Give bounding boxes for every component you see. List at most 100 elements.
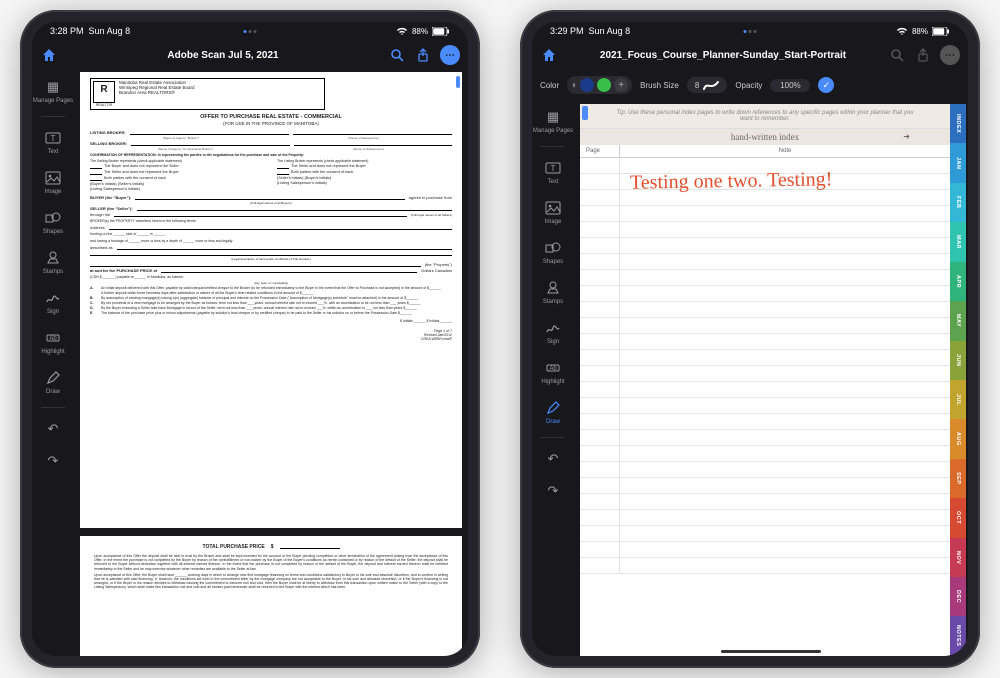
battery-icon — [932, 27, 950, 36]
image-tool[interactable]: Image — [532, 197, 574, 227]
tab-dec[interactable]: DEC — [950, 577, 966, 616]
confirm-check-icon[interactable]: ✓ — [818, 77, 834, 93]
undo-button[interactable]: ↶ — [532, 448, 574, 470]
pages-icon: ▦ — [44, 78, 62, 96]
stamps-tool[interactable]: Stamps — [532, 277, 574, 307]
shapes-icon — [544, 239, 562, 257]
sign-icon — [544, 319, 562, 337]
share-icon[interactable] — [414, 46, 432, 64]
stamp-icon — [44, 249, 62, 267]
share-icon[interactable] — [914, 46, 932, 64]
tab-mar[interactable]: MAR — [950, 222, 966, 261]
wifi-icon — [896, 27, 908, 36]
document-title: Adobe Scan Jul 5, 2021 — [66, 50, 380, 61]
text-tool[interactable]: TText — [32, 127, 74, 157]
top-toolbar: 2021_Focus_Course_Planner-Sunday_Start-P… — [532, 40, 968, 70]
document-page-2: TOTAL PURCHASE PRICE$ Upon acceptance of… — [80, 536, 462, 656]
sign-icon — [44, 289, 62, 307]
brush-size-label: Brush Size — [640, 81, 679, 90]
image-icon — [544, 199, 562, 217]
sign-tool[interactable]: Sign — [32, 287, 74, 317]
document-page-1: R REALTOR Manitoba Real Estate Associati… — [80, 72, 462, 528]
planner-page[interactable]: Tip: Use these personal index pages to w… — [580, 104, 950, 656]
redo-button[interactable]: ↷ — [532, 480, 574, 502]
home-indicator[interactable] — [721, 650, 821, 653]
opacity-value[interactable]: 100% — [770, 79, 810, 92]
status-bar: 3:29 PM Sun Aug 8 88% — [532, 22, 968, 40]
redo-icon: ↷ — [44, 452, 62, 470]
draw-icon — [544, 399, 562, 417]
document-viewport[interactable]: R REALTOR Manitoba Real Estate Associati… — [74, 70, 468, 656]
highlight-icon: Ab — [544, 359, 562, 377]
text-tool[interactable]: TText — [532, 157, 574, 187]
tab-sep[interactable]: SEP — [950, 459, 966, 498]
redo-icon: ↷ — [544, 482, 562, 500]
scrollbar-thumb[interactable] — [582, 106, 588, 120]
tab-apr[interactable]: APR — [950, 262, 966, 301]
month-tabs: INDEXJANFEBMARAPRMAYJUNJULAUGSEPOCTNOVDE… — [950, 104, 966, 656]
highlight-tool[interactable]: AbHighlight — [532, 357, 574, 387]
search-icon[interactable] — [888, 46, 906, 64]
top-toolbar: Adobe Scan Jul 5, 2021 ⋯ — [32, 40, 468, 70]
opacity-label: Opacity — [735, 81, 762, 90]
color-swatch-green[interactable] — [597, 78, 611, 92]
text-icon: T — [544, 159, 562, 177]
svg-text:Ab: Ab — [549, 366, 557, 372]
more-menu-icon[interactable]: ⋯ — [440, 45, 460, 65]
color-swatches[interactable]: ◗ + — [567, 76, 632, 94]
tab-aug[interactable]: AUG — [950, 419, 966, 458]
add-color-icon[interactable]: + — [614, 78, 628, 92]
tool-sidebar: ▦Manage Pages TText Image Shapes Stamps … — [532, 100, 574, 656]
tab-may[interactable]: MAY — [950, 301, 966, 340]
tab-jun[interactable]: JUN — [950, 341, 966, 380]
tab-oct[interactable]: OCT — [950, 498, 966, 537]
undo-icon: ↶ — [44, 420, 62, 438]
manage-pages-tool[interactable]: ▦Manage Pages — [532, 106, 574, 136]
scrollbar-thumb[interactable] — [456, 76, 460, 88]
brush-size-control[interactable]: 8 — [687, 77, 727, 93]
svg-text:Ab: Ab — [49, 336, 57, 342]
document-title: 2021_Focus_Course_Planner-Sunday_Start-P… — [566, 50, 880, 61]
tab-index[interactable]: INDEX — [950, 104, 966, 143]
draw-tool[interactable]: Draw — [32, 367, 74, 397]
pages-icon: ▦ — [544, 108, 562, 126]
home-icon[interactable] — [40, 46, 58, 64]
brush-preview-icon — [703, 79, 719, 91]
stamps-tool[interactable]: Stamps — [32, 247, 74, 277]
form-title: OFFER TO PURCHASE REAL ESTATE - COMMERCI… — [90, 114, 452, 120]
shapes-tool[interactable]: Shapes — [32, 207, 74, 237]
image-icon — [44, 169, 62, 187]
battery-icon — [432, 27, 450, 36]
stamp-icon — [544, 279, 562, 297]
index-lines[interactable]: Testing one two. Testing! — [580, 158, 950, 656]
highlight-icon: Ab — [44, 329, 62, 347]
color-swatch-blue[interactable] — [580, 78, 594, 92]
tip-banner: Tip: Use these personal index pages to w… — [580, 104, 950, 129]
highlight-tool[interactable]: AbHighlight — [32, 327, 74, 357]
status-bar: 3:28 PM Sun Aug 8 88% — [32, 22, 468, 40]
image-tool[interactable]: Image — [32, 167, 74, 197]
column-headers: Page Note — [580, 145, 950, 158]
tab-feb[interactable]: FEB — [950, 183, 966, 222]
tool-sidebar: ▦Manage Pages TText Image Shapes Stamps … — [32, 70, 74, 656]
more-menu-icon[interactable]: ⋯ — [940, 45, 960, 65]
tab-notes[interactable]: NOTES — [950, 616, 966, 655]
draw-tool[interactable]: Draw — [532, 397, 574, 427]
tab-nov[interactable]: NOV — [950, 538, 966, 577]
manage-pages-tool[interactable]: ▦Manage Pages — [32, 76, 74, 106]
redo-button[interactable]: ↷ — [32, 450, 74, 472]
svg-text:T: T — [551, 164, 556, 173]
undo-button[interactable]: ↶ — [32, 418, 74, 440]
search-icon[interactable] — [388, 46, 406, 64]
draw-icon — [44, 369, 62, 387]
home-icon[interactable] — [540, 46, 558, 64]
brush-settings-bar: Color ◗ + Brush Size 8 Opacity 100% ✓ — [532, 70, 968, 100]
tab-jul[interactable]: JUL — [950, 380, 966, 419]
tab-jan[interactable]: JAN — [950, 143, 966, 182]
svg-text:T: T — [51, 134, 56, 143]
sign-tool[interactable]: Sign — [532, 317, 574, 347]
text-icon: T — [44, 129, 62, 147]
shapes-tool[interactable]: Shapes — [532, 237, 574, 267]
arrow-icon: ➜ — [903, 132, 910, 141]
handwriting-annotation: Testing one two. Testing! — [630, 168, 833, 195]
